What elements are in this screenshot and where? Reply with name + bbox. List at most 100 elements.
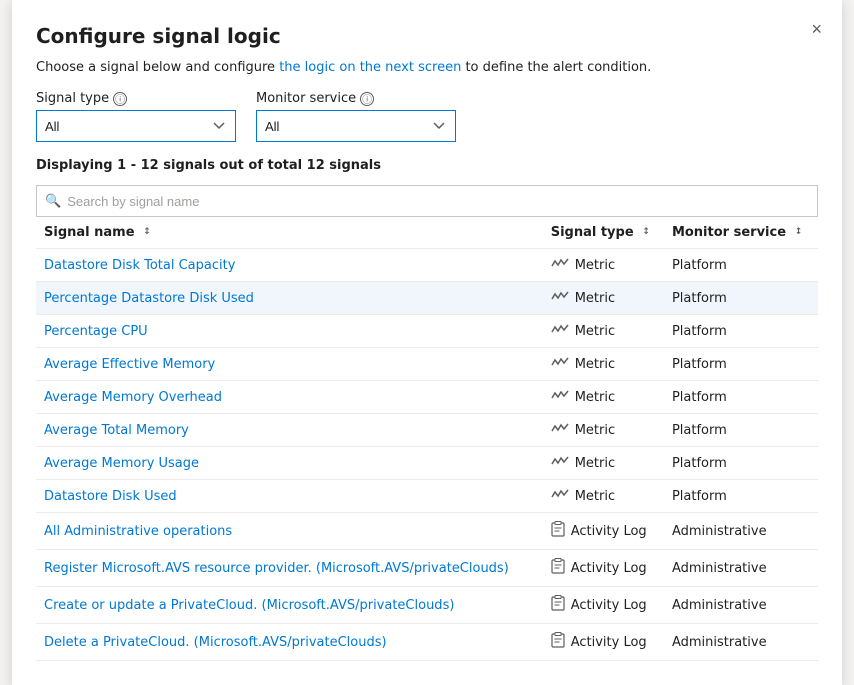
signal-name-cell: Delete a PrivateCloud. (Microsoft.AVS/pr… xyxy=(36,624,543,661)
configure-signal-dialog: Configure signal logic × Choose a signal… xyxy=(12,0,842,685)
signal-type-cell: Metric xyxy=(543,282,664,315)
signal-name-link[interactable]: Datastore Disk Used xyxy=(44,489,177,504)
metric-icon xyxy=(551,290,569,306)
metric-icon xyxy=(551,422,569,438)
signal-type-cell: Metric xyxy=(543,480,664,513)
monitor-service-group: Monitor service ⓘ All Platform Administr… xyxy=(256,91,456,142)
signal-name-link[interactable]: Percentage Datastore Disk Used xyxy=(44,291,254,306)
signal-name-cell: Register Microsoft.AVS resource provider… xyxy=(36,550,543,587)
signal-type-text: Activity Log xyxy=(571,561,647,576)
signal-name-cell: All Administrative operations xyxy=(36,513,543,550)
col-signal-name: Signal name ↕ xyxy=(36,217,543,249)
monitor-service-cell: Administrative xyxy=(664,550,818,587)
monitor-service-cell: Administrative xyxy=(664,587,818,624)
signal-name-cell: Datastore Disk Total Capacity xyxy=(36,249,543,282)
activity-log-icon xyxy=(551,521,565,541)
signal-type-cell: Metric xyxy=(543,381,664,414)
table-row[interactable]: Average Total Memory Metric Platform xyxy=(36,414,818,447)
signal-name-cell: Average Memory Usage xyxy=(36,447,543,480)
signal-type-text: Activity Log xyxy=(571,598,647,613)
search-box: 🔍 xyxy=(36,185,818,217)
metric-icon xyxy=(551,389,569,405)
signal-name-link[interactable]: Average Total Memory xyxy=(44,423,189,438)
signal-type-cell: Metric xyxy=(543,447,664,480)
signal-type-text: Metric xyxy=(575,456,615,471)
signal-type-text: Activity Log xyxy=(571,524,647,539)
table-row[interactable]: Percentage Datastore Disk Used Metric Plat… xyxy=(36,282,818,315)
signal-name-link[interactable]: Average Memory Usage xyxy=(44,456,199,471)
table-row[interactable]: Datastore Disk Total CapacityMetricPlatf… xyxy=(36,249,818,282)
signal-name-link[interactable]: Delete a PrivateCloud. (Microsoft.AVS/pr… xyxy=(44,635,387,650)
monitor-service-select[interactable]: All Platform Administrative xyxy=(256,110,456,142)
table-row[interactable]: Average Memory Overhead Metric Platform xyxy=(36,381,818,414)
monitor-service-cell: Platform xyxy=(664,348,818,381)
monitor-service-cell: Platform xyxy=(664,414,818,447)
monitor-service-cell: Platform xyxy=(664,480,818,513)
signal-name-cell: Percentage Datastore Disk Used xyxy=(36,282,543,315)
monitor-service-sort-icon[interactable]: ↕ xyxy=(795,228,803,237)
signal-type-text: Metric xyxy=(575,423,615,438)
signal-type-text: Metric xyxy=(575,258,615,273)
signal-name-link[interactable]: Percentage CPU xyxy=(44,324,148,339)
dialog-description: Choose a signal below and configure the … xyxy=(36,60,818,75)
activity-log-icon xyxy=(551,558,565,578)
signal-name-link[interactable]: Average Effective Memory xyxy=(44,357,215,372)
description-link[interactable]: the logic on the next screen xyxy=(279,60,461,75)
signal-type-text: Metric xyxy=(575,489,615,504)
monitor-service-cell: Platform xyxy=(664,447,818,480)
signal-name-cell: Create or update a PrivateCloud. (Micros… xyxy=(36,587,543,624)
signal-type-text: Metric xyxy=(575,324,615,339)
metric-icon xyxy=(551,257,569,273)
metric-icon xyxy=(551,356,569,372)
monitor-service-info-icon[interactable]: ⓘ xyxy=(360,92,374,106)
close-button[interactable]: × xyxy=(811,20,822,38)
search-input[interactable] xyxy=(67,194,809,209)
signal-type-sort-icon[interactable]: ↕ xyxy=(642,228,650,237)
displaying-text: Displaying 1 - 12 signals out of total 1… xyxy=(36,158,818,173)
signal-name-link[interactable]: Create or update a PrivateCloud. (Micros… xyxy=(44,598,454,613)
monitor-service-label: Monitor service ⓘ xyxy=(256,91,456,106)
signal-type-cell: Activity Log xyxy=(543,513,664,550)
signal-type-text: Metric xyxy=(575,390,615,405)
signal-type-cell: Activity Log xyxy=(543,587,664,624)
monitor-service-cell: Platform xyxy=(664,315,818,348)
table-row[interactable]: Datastore Disk Used Metric Platform xyxy=(36,480,818,513)
signal-name-link[interactable]: Register Microsoft.AVS resource provider… xyxy=(44,561,509,576)
table-row[interactable]: Register Microsoft.AVS resource provider… xyxy=(36,550,818,587)
signal-name-cell: Average Total Memory xyxy=(36,414,543,447)
signal-type-info-icon[interactable]: ⓘ xyxy=(113,92,127,106)
table-row[interactable]: Percentage CPU Metric Platform xyxy=(36,315,818,348)
signal-name-cell: Percentage CPU xyxy=(36,315,543,348)
col-signal-type: Signal type ↕ xyxy=(543,217,664,249)
signal-name-sort-icon[interactable]: ↕ xyxy=(143,228,151,237)
signal-type-text: Metric xyxy=(575,291,615,306)
table-row[interactable]: Create or update a PrivateCloud. (Micros… xyxy=(36,587,818,624)
table-row[interactable]: Delete a PrivateCloud. (Microsoft.AVS/pr… xyxy=(36,624,818,661)
table-row[interactable]: Average Memory Usage Metric Platform xyxy=(36,447,818,480)
signal-name-link[interactable]: Datastore Disk Total Capacity xyxy=(44,258,235,273)
signal-name-link[interactable]: Average Memory Overhead xyxy=(44,390,222,405)
table-row[interactable]: Average Effective Memory Metric Platform xyxy=(36,348,818,381)
signal-type-cell: Metric xyxy=(543,414,664,447)
signal-type-select[interactable]: All Metric Activity Log xyxy=(36,110,236,142)
signal-name-cell: Datastore Disk Used xyxy=(36,480,543,513)
signal-type-cell: Metric xyxy=(543,249,664,282)
table-row[interactable]: All Administrative operations Activity Lo… xyxy=(36,513,818,550)
monitor-service-cell: Administrative xyxy=(664,624,818,661)
signal-type-cell: Metric xyxy=(543,315,664,348)
dropdowns-row: Signal type ⓘ All Metric Activity Log Mo… xyxy=(36,91,818,142)
table-header-row: Signal name ↕ Signal type ↕ Monitor serv… xyxy=(36,217,818,249)
signal-type-cell: Activity Log xyxy=(543,550,664,587)
monitor-service-cell: Platform xyxy=(664,282,818,315)
signals-table: Signal name ↕ Signal type ↕ Monitor serv… xyxy=(36,217,818,661)
signal-type-group: Signal type ⓘ All Metric Activity Log xyxy=(36,91,236,142)
signal-type-label: Signal type ⓘ xyxy=(36,91,236,106)
monitor-service-cell: Administrative xyxy=(664,513,818,550)
metric-icon xyxy=(551,323,569,339)
monitor-service-cell: Platform xyxy=(664,381,818,414)
signal-type-text: Metric xyxy=(575,357,615,372)
metric-icon xyxy=(551,488,569,504)
signal-name-link[interactable]: All Administrative operations xyxy=(44,524,232,539)
col-monitor-service: Monitor service ↕ xyxy=(664,217,818,249)
signal-type-cell: Activity Log xyxy=(543,624,664,661)
